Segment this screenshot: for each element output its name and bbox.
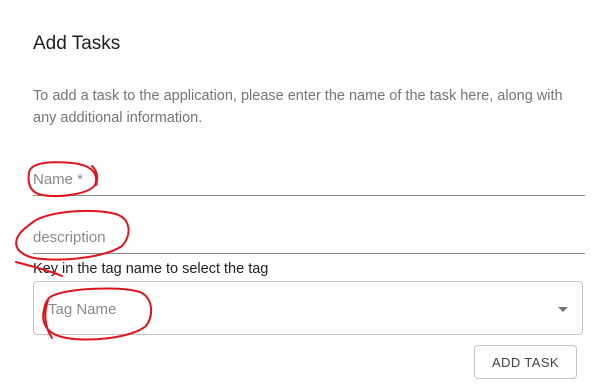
tag-name-placeholder: Tag Name [48, 301, 117, 318]
dialog-description: To add a task to the application, please… [33, 88, 563, 126]
name-field[interactable] [33, 163, 585, 196]
description-field[interactable] [33, 221, 585, 254]
dropdown-arrow-icon[interactable] [558, 307, 568, 312]
tag-name-select[interactable]: Tag Name [33, 281, 583, 335]
add-task-button[interactable]: ADD TASK [474, 345, 577, 379]
dialog-title: Add Tasks [33, 33, 121, 54]
name-input[interactable] [33, 163, 585, 195]
description-input[interactable] [33, 221, 585, 253]
tag-helper-text: Key in the tag name to select the tag [33, 261, 269, 277]
